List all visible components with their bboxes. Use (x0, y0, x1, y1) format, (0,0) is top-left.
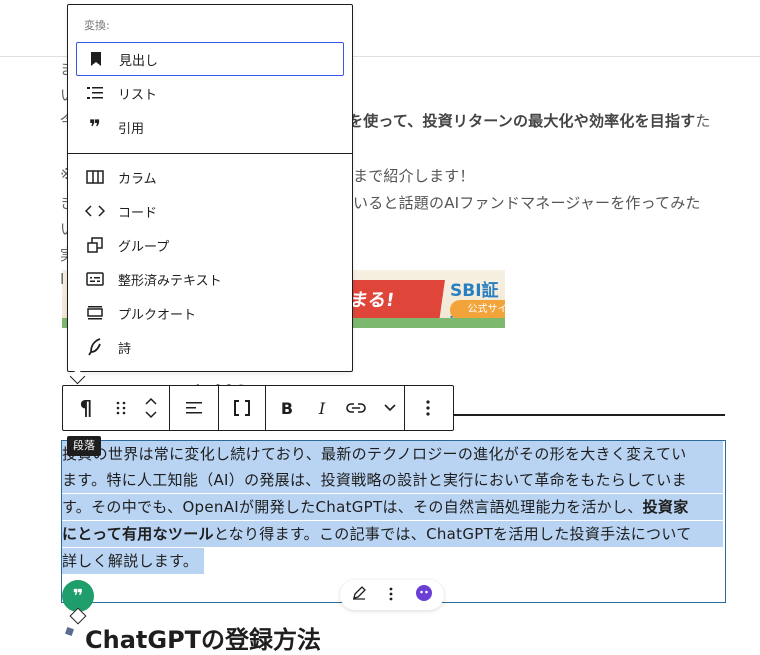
transform-pullquote[interactable]: プルクオート (76, 296, 344, 330)
paragraph-line-4: にとって有用なツールとなり得ます。この記事では、ChatGPTを活用した投資手法… (62, 525, 692, 543)
link-icon[interactable] (336, 386, 376, 430)
paragraph-line-1: 投資の世界は常に変化し続けており、最新のテクノロジーの進化がその形を大きく変えて… (62, 445, 687, 463)
transform-list-label: リスト (118, 87, 158, 103)
transform-quote[interactable]: ❞ 引用 (76, 110, 344, 144)
transform-heading-label: 見出し (119, 53, 159, 69)
menu-separator (68, 153, 352, 154)
transform-verse[interactable]: 詩 (76, 330, 344, 364)
bg-paragraph-line-2: まで紹介します！ (353, 167, 475, 185)
align-group (170, 386, 219, 430)
block-toolbar: ¶ B I (62, 385, 454, 431)
chevron-down-icon[interactable] (376, 386, 404, 430)
bg-paragraph-line-1: を使って、投資リターンの最大化や効率化を目指すた (348, 112, 711, 130)
bold-button[interactable]: B (266, 386, 308, 430)
heading-marker (65, 627, 74, 636)
paragraph-line-5: 詳しく解説します。 (62, 552, 199, 570)
verse-icon (84, 336, 106, 358)
block-transform-menu: 変換: 見出し リスト ❞ 引用 カラム コード グループ 整形済みテキスト プ… (67, 4, 353, 372)
preformatted-icon (84, 268, 106, 290)
transform-code[interactable]: コード (76, 194, 344, 228)
italic-button[interactable]: I (308, 386, 336, 430)
inline-block-actions (340, 580, 444, 610)
banner-button: 公式サイトへ (450, 300, 505, 320)
transform-preformatted[interactable]: 整形済みテキスト (76, 262, 344, 296)
banner-cta: まる! (339, 280, 445, 322)
section-heading[interactable]: ChatGPTの登録方法 (85, 620, 321, 655)
more-options-icon[interactable] (405, 386, 451, 430)
transform-columns[interactable]: カラム (76, 160, 344, 194)
transform-preformatted-label: 整形済みテキスト (118, 273, 222, 289)
transform-heading[interactable]: 見出し (76, 42, 344, 76)
transform-group-label: グループ (118, 239, 170, 255)
align-left-icon[interactable] (170, 386, 218, 430)
move-up-down-buttons[interactable] (133, 386, 169, 430)
transform-group[interactable]: グループ (76, 228, 344, 262)
drag-handle-icon[interactable] (109, 386, 133, 430)
paragraph-line-3: す。その中でも、OpenAIが開発したChatGPTは、その自然言語処理能力を活… (62, 498, 689, 516)
paragraph-block-button[interactable]: ¶ (63, 386, 109, 430)
transform-pullquote-label: プルクオート (118, 307, 197, 323)
transform-code-label: コード (118, 205, 158, 221)
brackets-icon[interactable] (219, 386, 265, 430)
transform-verse-label: 詩 (118, 341, 132, 357)
pencil-icon[interactable] (351, 585, 367, 605)
format-group: B I (266, 386, 405, 430)
block-type-group: ¶ (63, 386, 170, 430)
columns-icon (84, 166, 106, 188)
pullquote-icon (84, 302, 106, 324)
transform-quote-label: 引用 (118, 121, 145, 137)
list-icon (84, 82, 106, 104)
options-group (405, 386, 451, 430)
transform-menu-title: 変換: (84, 19, 110, 32)
transform-list[interactable]: リスト (76, 76, 344, 110)
bookmark-icon (85, 48, 107, 70)
quote-icon: ❞ (89, 115, 101, 139)
bg-paragraph-line-3: いると話題のAIファンドマネージャーを作ってみた (353, 194, 701, 212)
paragraph-line-2: ます。特に人工知能（AI）の発展は、投資戦略の設計と実行において革命をもたらして… (62, 471, 687, 489)
more-vertical-icon[interactable] (389, 586, 393, 605)
ai-assistant-icon[interactable] (415, 584, 433, 606)
heading-underline (453, 414, 725, 416)
group-icon (84, 234, 106, 256)
transform-columns-label: カラム (118, 171, 157, 187)
fullwidth-group (219, 386, 266, 430)
code-icon (84, 200, 106, 222)
block-type-tooltip: 段落 (67, 436, 101, 456)
